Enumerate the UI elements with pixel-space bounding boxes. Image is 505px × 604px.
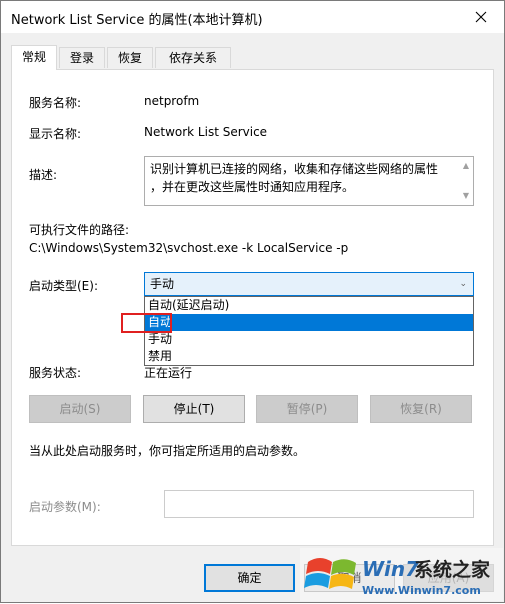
watermark-brand-a: Win7 (362, 557, 419, 581)
watermark: Win7 系统之家 Www.Winwin7.com (300, 548, 503, 601)
description-line-2: ，并在更改这些属性时通知应用程序。 (150, 180, 355, 194)
startup-type-dropdown: 自动(延迟启动) 自动 手动 禁用 (144, 296, 474, 366)
tab-dependencies[interactable]: 依存关系 (155, 47, 231, 68)
startup-type-select[interactable]: 手动 ⌄ (144, 272, 474, 296)
startup-option-auto[interactable]: 自动 (145, 314, 473, 331)
chevron-down-icon: ⌄ (459, 279, 467, 289)
service-status-value: 正在运行 (144, 366, 193, 380)
start-params-label: 启动参数(M): (29, 500, 101, 514)
display-name-value: Network List Service (144, 125, 268, 139)
startup-option-manual[interactable]: 手动 (145, 331, 473, 348)
service-status-label: 服务状态: (29, 366, 82, 380)
description-line-1: 识别计算机已连接的网络，收集和存储这些网络的属性 (150, 162, 439, 176)
tab-general[interactable]: 常规 (11, 45, 57, 70)
general-panel: 服务名称: netprofm 显示名称: Network List Servic… (11, 69, 494, 546)
start-button[interactable]: 启动(S) (29, 395, 131, 423)
display-name-label: 显示名称: (29, 127, 82, 141)
start-params-input[interactable] (164, 490, 474, 518)
stop-button[interactable]: 停止(T) (143, 395, 245, 423)
watermark-url: Www.Winwin7.com (362, 584, 481, 597)
start-params-hint: 当从此处启动服务时，你可指定所适用的启动参数。 (29, 444, 306, 458)
tab-recovery[interactable]: 恢复 (107, 47, 153, 68)
window-title: Network List Service 的属性(本地计算机) (11, 13, 263, 28)
startup-option-disabled[interactable]: 禁用 (145, 348, 473, 365)
description-text[interactable]: 识别计算机已连接的网络，收集和存储这些网络的属性 ，并在更改这些属性时通知应用程… (144, 156, 474, 206)
scroll-up-icon[interactable]: ▲ (463, 157, 469, 175)
description-label: 描述: (29, 168, 58, 182)
service-name-value: netprofm (144, 94, 200, 108)
annotation-highlight (121, 313, 172, 333)
service-name-label: 服务名称: (29, 96, 82, 110)
startup-type-label: 启动类型(E): (29, 279, 98, 293)
resume-button[interactable]: 恢复(R) (370, 395, 472, 423)
startup-type-value: 手动 (150, 277, 175, 291)
close-button[interactable] (458, 1, 504, 33)
ok-button[interactable]: 确定 (204, 564, 295, 592)
pause-button[interactable]: 暂停(P) (256, 395, 358, 423)
close-icon (475, 11, 487, 23)
startup-option-auto-delayed[interactable]: 自动(延迟启动) (145, 297, 473, 314)
path-value: C:\Windows\System32\svchost.exe -k Local… (29, 241, 349, 255)
description-scrollbar[interactable]: ▲ ▼ (459, 157, 473, 205)
watermark-brand-b: 系统之家 (414, 558, 491, 581)
title-bar: Network List Service 的属性(本地计算机) (1, 1, 504, 33)
properties-window: Network List Service 的属性(本地计算机) 常规 登录 恢复… (0, 0, 505, 603)
scroll-down-icon[interactable]: ▼ (463, 187, 469, 205)
path-label: 可执行文件的路径: (29, 223, 130, 237)
tab-logon[interactable]: 登录 (59, 47, 105, 68)
